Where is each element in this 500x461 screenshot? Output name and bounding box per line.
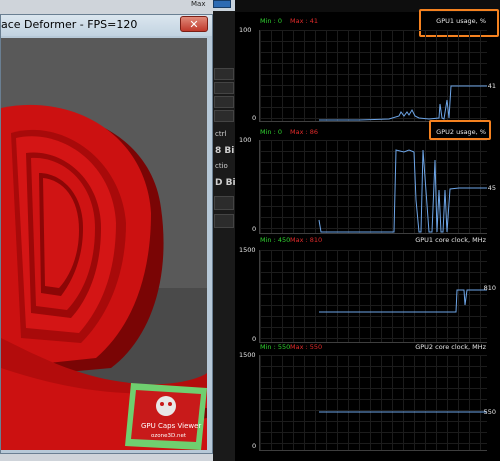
axis-bottom: 0: [252, 225, 257, 233]
graph-max: Max : 550: [290, 343, 323, 351]
side-control-6[interactable]: [214, 214, 234, 228]
graph-title: GPU2 core clock, MHz: [415, 343, 486, 351]
axis-top: 1500: [239, 351, 256, 359]
current-value: 41: [487, 82, 496, 90]
current-value: 45: [487, 184, 496, 192]
current-value: 550: [483, 408, 496, 416]
hardware-monitor-panel: Min : 0 Max : 41 GPU1 usage, % 100 0 41 …: [235, 0, 500, 461]
current-value: 810: [483, 284, 496, 292]
window-title: ace Deformer - FPS=120: [1, 18, 138, 31]
side-control-5[interactable]: [214, 196, 234, 210]
close-icon: ✕: [189, 18, 199, 31]
side-label-1: ctrl: [215, 130, 227, 138]
axis-top: 100: [239, 26, 252, 34]
graph-gpu2-usage: Min : 0 Max : 86 GPU2 usage, % 100 0 45: [235, 120, 500, 235]
graph-min: Min : 0: [260, 17, 282, 25]
logo-line-1: GPU Caps Viewer: [141, 422, 201, 430]
axis-top: 1500: [239, 246, 256, 254]
render-viewport: GPU Caps Viewer ozone3D.net: [1, 38, 207, 450]
gpu-caps-viewer-logo: GPU Caps Viewer ozone3D.net: [125, 383, 207, 450]
graph-line: [319, 411, 487, 413]
graph-min: Min : 0: [260, 128, 282, 136]
graph-gpu2-clock: Min : 550 Max : 550 GPU2 core clock, MHz…: [235, 343, 500, 457]
side-label-4: D Bi: [215, 178, 236, 188]
side-label-2: 8 Bi: [215, 146, 235, 156]
graph-title: GPU1 core clock, MHz: [415, 236, 486, 244]
deformer-window: ace Deformer - FPS=120 ✕ GPU Caps Viewer…: [0, 14, 213, 454]
graph-line: [319, 85, 487, 121]
axis-bottom: 0: [252, 335, 257, 343]
axis-bottom: 0: [252, 442, 257, 450]
close-button[interactable]: ✕: [180, 16, 208, 32]
side-control-3[interactable]: [214, 96, 234, 108]
graph-gpu1-usage: Min : 0 Max : 41 GPU1 usage, % 100 0 41: [235, 9, 500, 125]
graph-gpu1-clock: Min : 450 Max : 810 GPU1 core clock, MHz…: [235, 233, 500, 346]
graph-min: Min : 450: [260, 236, 291, 244]
graph-line: [318, 149, 487, 233]
graph-min: Min : 550: [260, 343, 291, 351]
deformer-scene: GPU Caps Viewer ozone3D.net: [1, 38, 207, 450]
partial-toolbar: Max: [191, 0, 235, 11]
side-control-4[interactable]: [214, 110, 234, 122]
highlight-box: [429, 120, 491, 140]
window-titlebar[interactable]: ace Deformer - FPS=120 ✕: [1, 15, 212, 36]
side-label-3: ctio: [215, 162, 228, 170]
axis-top: 100: [239, 136, 252, 144]
graph-line: [319, 289, 487, 313]
max-label: Max: [191, 0, 206, 8]
partial-background-window: Max ctrl 8 Bi ctio D Bi: [191, 0, 236, 461]
logo-line-2: ozone3D.net: [151, 433, 187, 439]
graph-max: Max : 86: [290, 128, 319, 136]
side-control-2[interactable]: [214, 82, 234, 94]
max-button[interactable]: [213, 0, 231, 8]
axis-bottom: 0: [252, 114, 257, 122]
graph-max: Max : 810: [290, 236, 323, 244]
side-control-1[interactable]: [214, 68, 234, 80]
graph-max: Max : 41: [290, 17, 319, 25]
